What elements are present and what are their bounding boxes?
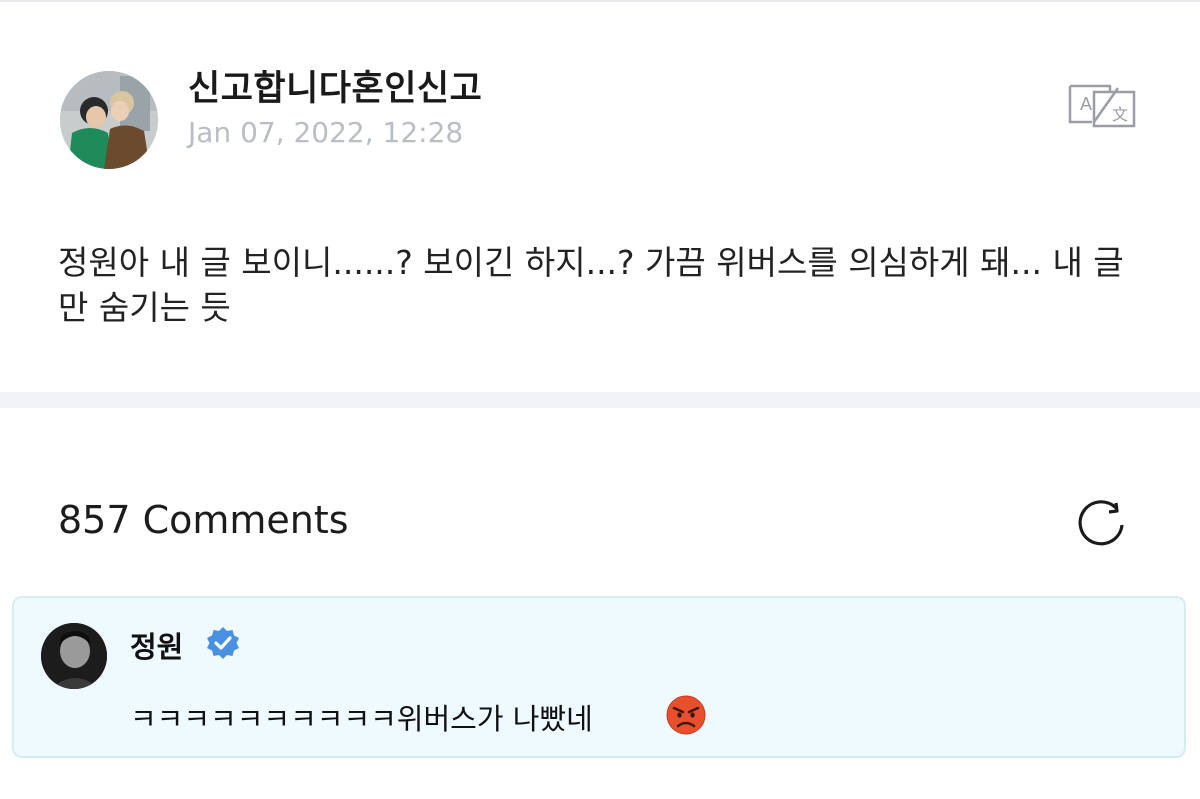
post-body: 정원아 내 글 보이니......? 보이긴 하지...? 가끔 위버스를 의심… [58,243,1124,327]
commenter-name[interactable]: 정원 [130,624,183,666]
author-avatar[interactable] [60,71,158,169]
author-name[interactable]: 신고합니다혼인신고 [188,60,482,111]
refresh-icon[interactable] [1074,495,1130,551]
avatar-photo [60,71,158,169]
comment-text: ㅋㅋㅋㅋㅋㅋㅋㅋㅋㅋ위버스가 나빴네 [130,702,593,736]
verified-badge-icon [207,627,239,659]
post-date: Jan 07, 2022, 12:28 [188,116,464,149]
commenter-photo [41,623,107,689]
section-divider [0,392,1200,408]
comment-card[interactable]: 정원 ㅋㅋㅋㅋㅋㅋㅋㅋㅋㅋ위버스가 나빴네 [12,596,1186,758]
comments-count: 857 Comments [58,498,349,542]
commenter-avatar[interactable] [41,623,107,689]
angry-face-emoji-icon [666,695,706,735]
translate-icon[interactable]: A 文 [1066,82,1138,128]
svg-text:文: 文 [1112,105,1128,124]
svg-text:A: A [1080,94,1092,114]
top-border [0,0,1200,2]
